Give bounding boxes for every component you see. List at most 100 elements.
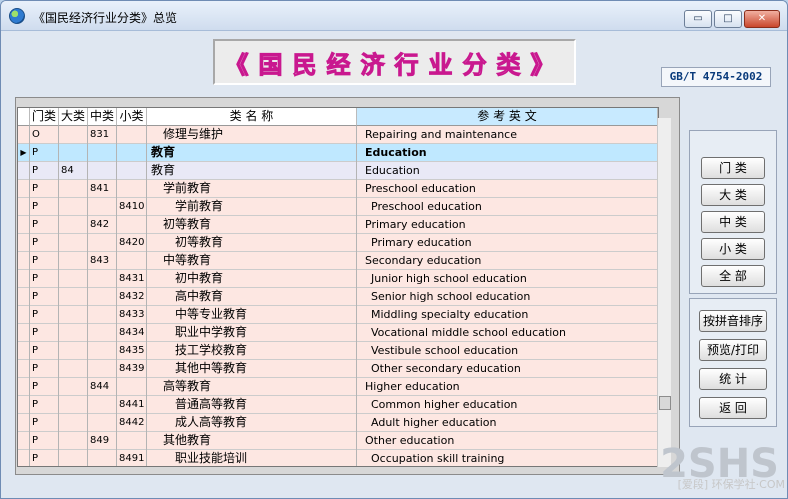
col-zhong[interactable]: 中类 [88,108,117,126]
table-row[interactable]: P 8431 初中教育 Junior high school education [18,270,658,288]
cell-da [59,378,88,396]
row-indicator-header [18,108,30,126]
cell-english: Vestibule school education [357,342,658,360]
row-indicator[interactable] [18,378,30,396]
cell-english: Primary education [357,234,658,252]
table-row[interactable]: P 8434 职业中学教育 Vocational middle school educ… [18,324,658,342]
filter-da-button[interactable]: 大 类 [701,184,765,206]
back-button[interactable]: 返 回 [699,397,767,419]
show-all-button[interactable]: 全 部 [701,265,765,287]
industry-table[interactable]: 门类 大类 中类 小类 类 名 称 参 考 英 文 O 831 修理与维护 Repai… [17,107,659,467]
cell-men: P [30,360,59,378]
cell-name: 教育 [147,144,357,162]
row-indicator[interactable] [18,342,30,360]
table-row[interactable]: P 8435 技工学校教育 Vestibule school education [18,342,658,360]
col-men[interactable]: 门类 [30,108,59,126]
cell-english: Senior high school education [357,288,658,306]
cell-name: 职业中学教育 [147,324,357,342]
cell-xiao [117,126,147,144]
table-row[interactable]: P 842 初等教育 Primary education [18,216,658,234]
row-indicator[interactable] [18,270,30,288]
row-indicator[interactable]: ▶ [18,144,30,162]
table-row[interactable]: P 8491 职业技能培训 Occupation skill training [18,450,658,466]
cell-da [59,414,88,432]
row-indicator[interactable] [18,360,30,378]
table-row[interactable]: P 84 教育 Education [18,162,658,180]
filter-zhong-button[interactable]: 中 类 [701,211,765,233]
scroll-thumb[interactable] [659,396,671,410]
filter-xiao-button[interactable]: 小 类 [701,238,765,260]
row-indicator[interactable] [18,162,30,180]
table-scrollbar[interactable] [657,118,671,467]
cell-men: P [30,324,59,342]
cell-men: P [30,432,59,450]
window-title: 《国民经济行业分类》总览 [33,11,178,25]
row-indicator[interactable] [18,252,30,270]
col-english[interactable]: 参 考 英 文 [357,108,658,126]
minimize-button[interactable]: ▭ [684,10,712,28]
row-indicator[interactable] [18,198,30,216]
table-row[interactable]: P 849 其他教育 Other education [18,432,658,450]
cell-da [59,342,88,360]
cell-english: Adult higher education [357,414,658,432]
col-xiao[interactable]: 小类 [117,108,147,126]
cell-men: P [30,162,59,180]
row-indicator[interactable] [18,450,30,466]
row-indicator[interactable] [18,306,30,324]
cell-zhong [88,342,117,360]
cell-xiao [117,216,147,234]
table-row[interactable]: P 8432 高中教育 Senior high school education [18,288,658,306]
cell-xiao [117,162,147,180]
table-row[interactable]: ▶ P 教育 Education [18,144,658,162]
row-indicator[interactable] [18,126,30,144]
cell-english: Junior high school education [357,270,658,288]
close-button[interactable]: ✕ [744,10,780,28]
cell-name: 其他教育 [147,432,357,450]
col-da[interactable]: 大类 [59,108,88,126]
cell-zhong [88,414,117,432]
cell-english: Primary education [357,216,658,234]
row-indicator[interactable] [18,396,30,414]
cell-xiao [117,144,147,162]
cell-da [59,288,88,306]
statistics-button[interactable]: 统 计 [699,368,767,390]
pinyin-sort-button[interactable]: 按拼音排序 [699,310,767,332]
cell-da [59,360,88,378]
cell-zhong [88,198,117,216]
cell-men: P [30,342,59,360]
cell-xiao: 8431 [117,270,147,288]
table-row[interactable]: P 844 高等教育 Higher education [18,378,658,396]
cell-english: Vocational middle school education [357,324,658,342]
table-row[interactable]: P 8433 中等专业教育 Middling specialty education [18,306,658,324]
main-window: 《国民经济行业分类》总览 ▭ □ ✕ 《国民经济行业分类》 GB/T 4754-… [0,0,788,499]
table-row[interactable]: P 841 学前教育 Preschool education [18,180,658,198]
row-indicator[interactable] [18,180,30,198]
cell-name: 其他中等教育 [147,360,357,378]
title-bar[interactable]: 《国民经济行业分类》总览 ▭ □ ✕ [1,1,787,31]
cell-name: 教育 [147,162,357,180]
cell-da [59,126,88,144]
row-indicator[interactable] [18,432,30,450]
table-row[interactable]: P 8442 成人高等教育 Adult higher education [18,414,658,432]
table-row[interactable]: P 8439 其他中等教育 Other secondary education [18,360,658,378]
cell-da [59,324,88,342]
row-indicator[interactable] [18,288,30,306]
preview-print-button[interactable]: 预览/打印 [699,339,767,361]
cell-name: 中等专业教育 [147,306,357,324]
row-indicator[interactable] [18,414,30,432]
table-row[interactable]: O 831 修理与维护 Repairing and maintenance [18,126,658,144]
row-indicator[interactable] [18,216,30,234]
row-indicator[interactable] [18,324,30,342]
globe-icon [9,8,25,24]
cell-xiao: 8439 [117,360,147,378]
filter-men-button[interactable]: 门 类 [701,157,765,179]
col-name[interactable]: 类 名 称 [147,108,357,126]
maximize-button[interactable]: □ [714,10,742,28]
table-row[interactable]: P 8410 学前教育 Preschool education [18,198,658,216]
cell-xiao: 8434 [117,324,147,342]
table-row[interactable]: P 843 中等教育 Secondary education [18,252,658,270]
table-row[interactable]: P 8441 普通高等教育 Common higher education [18,396,658,414]
cell-zhong [88,162,117,180]
table-row[interactable]: P 8420 初等教育 Primary education [18,234,658,252]
row-indicator[interactable] [18,234,30,252]
